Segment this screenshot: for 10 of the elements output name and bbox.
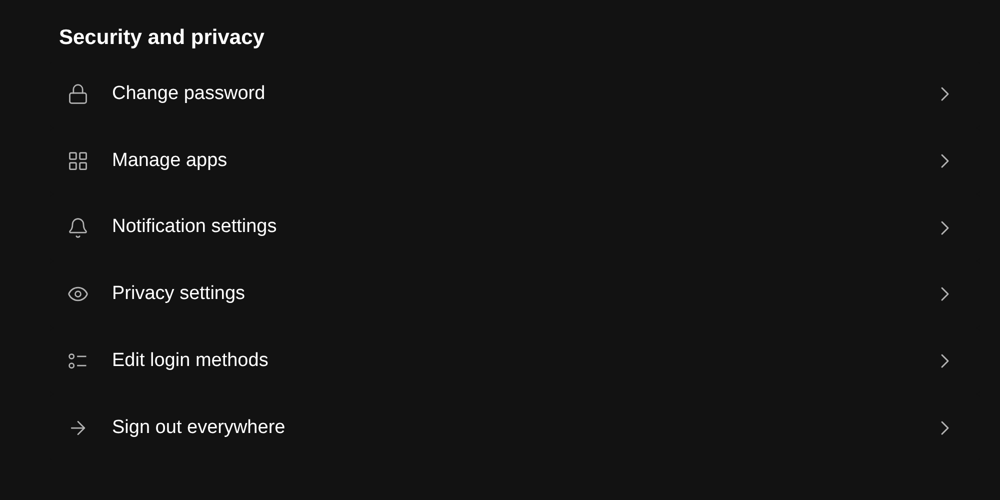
row-label: Privacy settings	[112, 282, 246, 306]
bell-icon	[67, 216, 89, 239]
lock-icon	[67, 83, 89, 106]
grid-icon	[67, 150, 89, 172]
row-label: Manage apps	[112, 148, 228, 173]
section-title: Security and privacy	[59, 25, 264, 51]
row-label: Change password	[112, 82, 266, 106]
row-label: Notification settings	[112, 215, 278, 240]
row-label: Edit login methods	[112, 348, 270, 373]
row-label: Sign out everywhere	[112, 416, 286, 440]
